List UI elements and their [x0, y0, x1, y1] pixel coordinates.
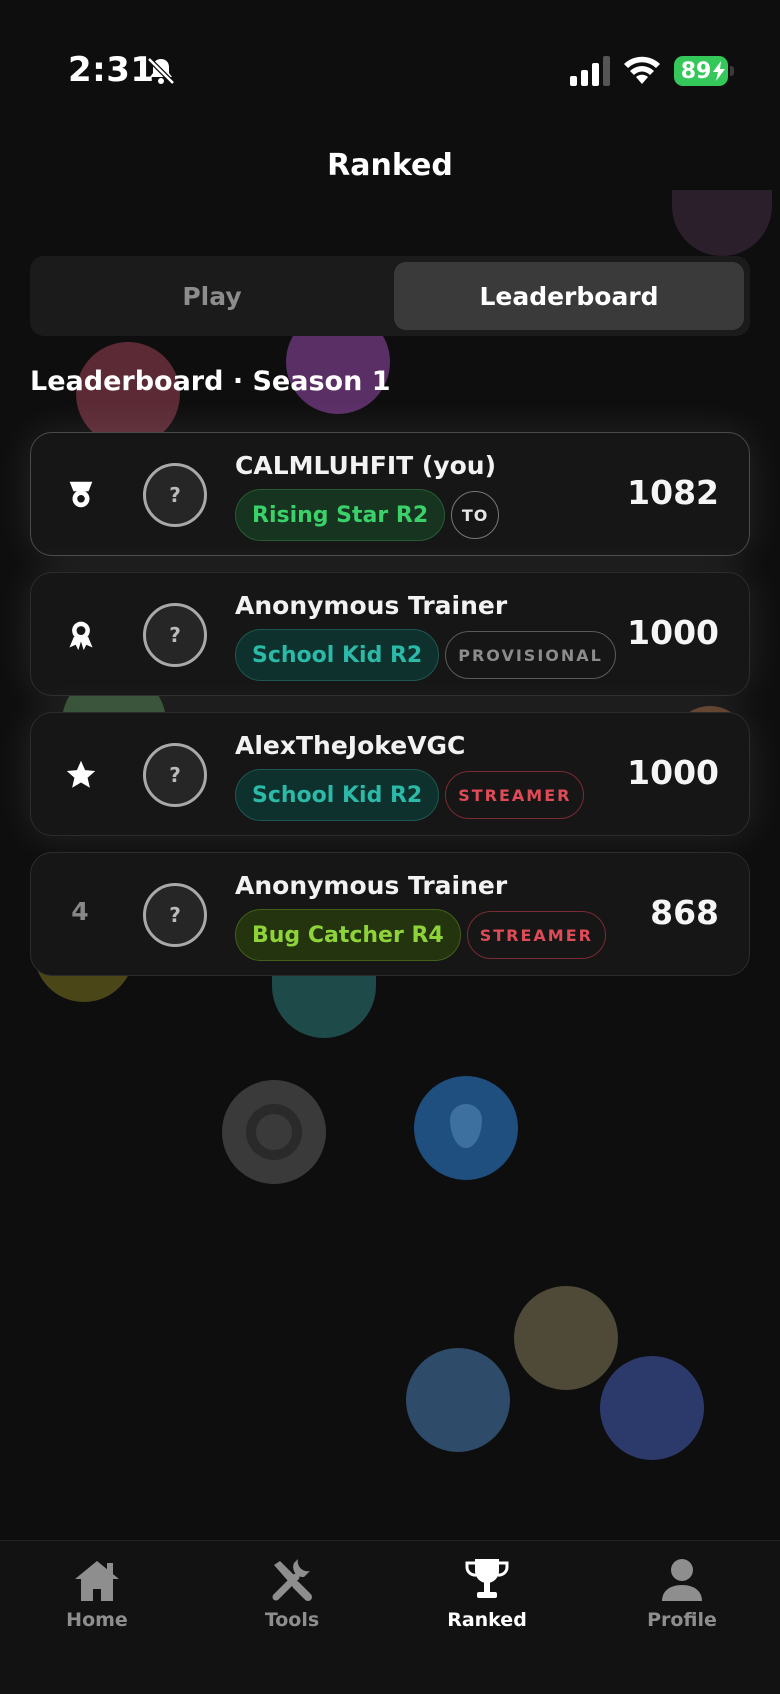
player-name: Anonymous Trainer: [235, 591, 508, 620]
player-name: AlexTheJokeVGC: [235, 731, 466, 760]
rank-badge: Rising Star R2: [235, 489, 446, 541]
tab-profile[interactable]: Profile: [612, 1557, 752, 1631]
cellular-signal-icon: [570, 56, 610, 86]
type-badge-decoration: [672, 190, 772, 256]
house-icon: [75, 1561, 119, 1601]
player-score: 1000: [627, 613, 719, 652]
type-badge-decoration: [514, 1286, 618, 1390]
player-score: 1000: [627, 753, 719, 792]
leaderboard-row-you[interactable]: ? CALMLUHFIT (you) Rising Star R2 TO 108…: [30, 432, 750, 556]
status-bar: 2:31 89: [0, 0, 780, 120]
tag-badge: TO: [451, 491, 500, 539]
badges: School Kid R2 PROVISIONAL: [235, 629, 616, 681]
avatar: ?: [143, 603, 207, 667]
segmented-control: Play Leaderboard: [30, 256, 750, 336]
tab-label: Home: [66, 1609, 128, 1631]
avatar: ?: [143, 463, 207, 527]
page-title: Ranked: [327, 148, 453, 183]
tab-leaderboard[interactable]: Leaderboard: [394, 262, 744, 330]
person-icon: [662, 1559, 702, 1601]
type-badge-decoration: [222, 1080, 326, 1184]
leaderboard-row[interactable]: 4 ? Anonymous Trainer Bug Catcher R4 STR…: [30, 852, 750, 976]
ribbon-icon: [63, 617, 99, 653]
star-icon: [63, 757, 99, 793]
battery-tip: [730, 66, 734, 76]
rank-badge: Bug Catcher R4: [235, 909, 461, 961]
tab-tools[interactable]: Tools: [222, 1557, 362, 1631]
type-badge-decoration: [406, 1348, 510, 1452]
tab-bar: Home Tools Ranked Profile: [0, 1540, 780, 1694]
tab-label: Profile: [647, 1609, 717, 1631]
avatar: ?: [143, 743, 207, 807]
type-badge-decoration: [600, 1356, 704, 1460]
wifi-icon: [624, 56, 660, 84]
tools-icon: [272, 1559, 312, 1601]
player-score: 1082: [627, 473, 719, 512]
streamer-badge: STREAMER: [445, 771, 585, 819]
badges: School Kid R2 STREAMER: [235, 769, 585, 821]
trophy-icon: [465, 1559, 509, 1598]
tab-label: Ranked: [447, 1609, 527, 1631]
rank-badge: School Kid R2: [235, 769, 440, 821]
rank-number: 4: [71, 897, 89, 926]
leaderboard-row[interactable]: ? Anonymous Trainer School Kid R2 PROVIS…: [30, 572, 750, 696]
status-time: 2:31: [68, 50, 155, 90]
section-title: Leaderboard · Season 1: [30, 366, 391, 397]
bell-slash-icon: [147, 57, 175, 85]
tab-ranked[interactable]: Ranked: [417, 1557, 557, 1631]
charging-bolt-icon: [713, 61, 725, 81]
type-badge-decoration: [414, 1076, 518, 1180]
badges: Rising Star R2 TO: [235, 489, 500, 541]
tab-play[interactable]: Play: [36, 262, 388, 330]
tab-home[interactable]: Home: [27, 1557, 167, 1631]
leaderboard-row[interactable]: ? AlexTheJokeVGC School Kid R2 STREAMER …: [30, 712, 750, 836]
provisional-badge: PROVISIONAL: [445, 631, 616, 679]
player-name: Anonymous Trainer: [235, 871, 508, 900]
rank-badge: School Kid R2: [235, 629, 440, 681]
avatar: ?: [143, 883, 207, 947]
medal-icon: [63, 477, 99, 513]
player-name: CALMLUHFIT (you): [235, 451, 497, 480]
streamer-badge: STREAMER: [466, 911, 606, 959]
badges: Bug Catcher R4 STREAMER: [235, 909, 606, 961]
battery-indicator: 89: [674, 56, 734, 86]
tab-label: Tools: [264, 1609, 320, 1631]
player-score: 868: [650, 893, 719, 932]
